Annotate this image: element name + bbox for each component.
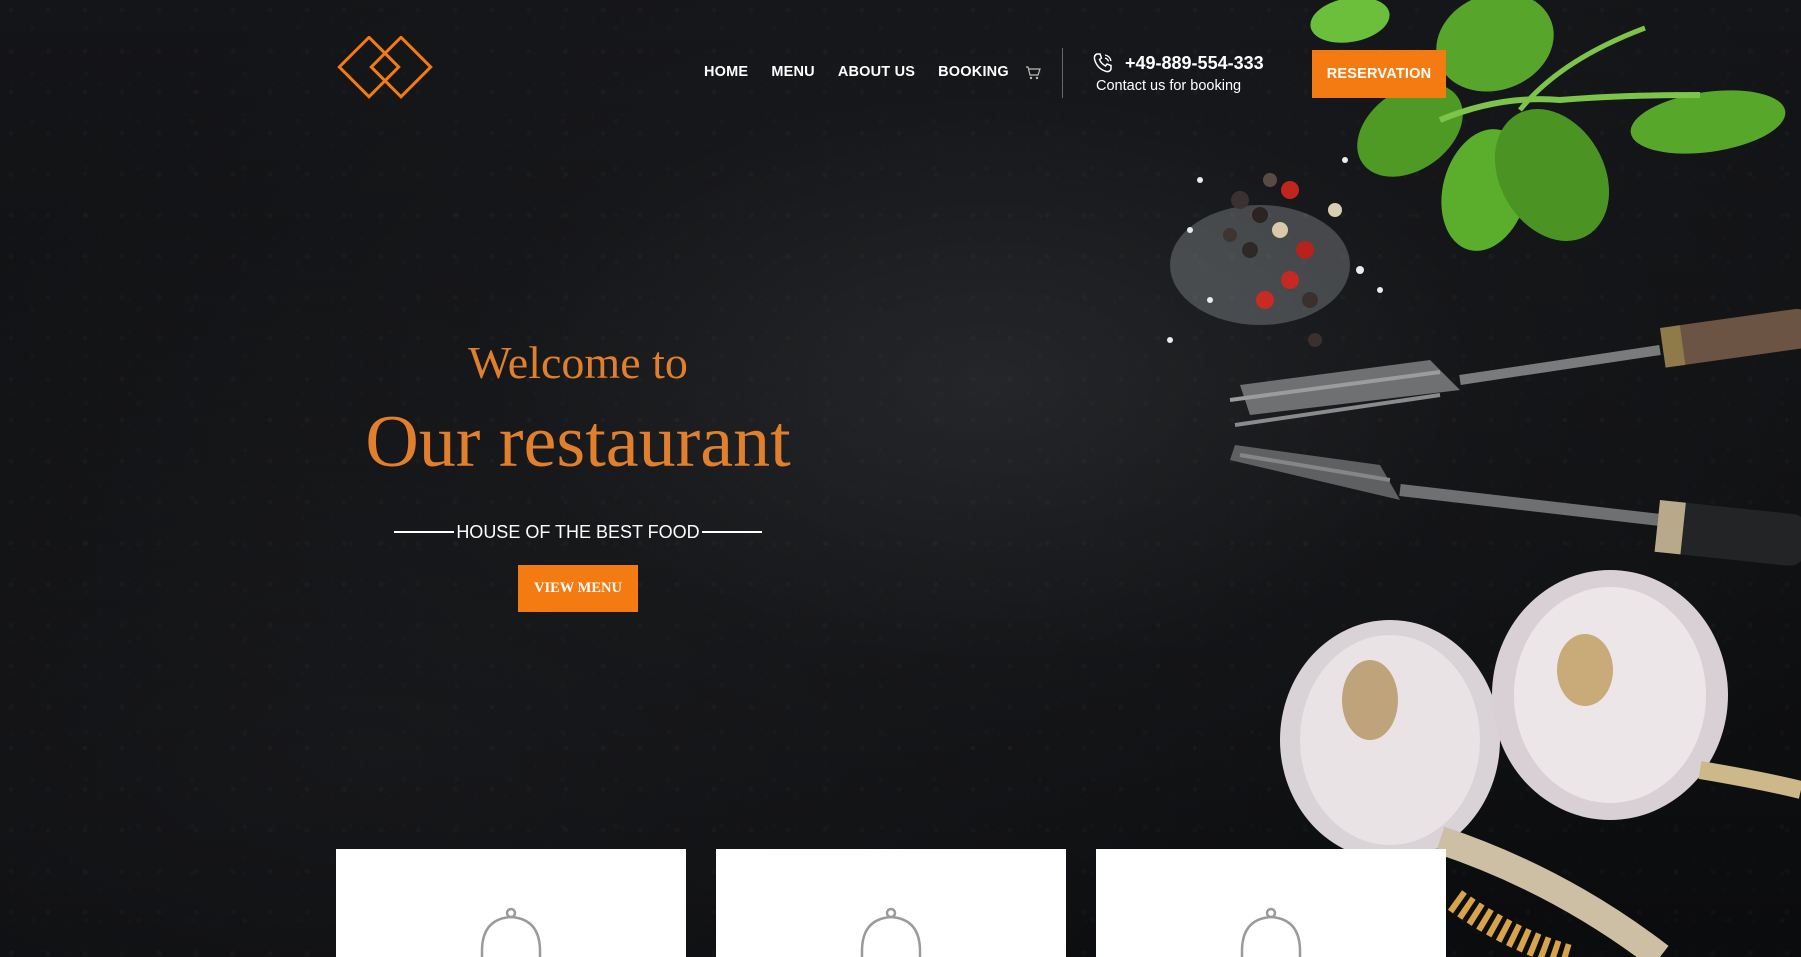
header-divider <box>1062 48 1063 98</box>
phone-caption: Contact us for booking <box>1096 78 1242 94</box>
nav-about-us[interactable]: ABOUT US <box>838 64 915 80</box>
feature-card <box>716 849 1066 957</box>
hero-title: Our restaurant <box>365 401 791 483</box>
feature-card <box>1096 849 1446 957</box>
nav-home[interactable]: HOME <box>704 64 748 80</box>
hero-tagline: HOUSE OF THE BEST FOOD <box>456 521 700 542</box>
feature-card <box>336 849 686 957</box>
tagline-left-rule <box>394 531 454 533</box>
cloche-icon <box>480 907 542 957</box>
main-nav: HOME MENU ABOUT US BOOKING <box>704 64 1032 80</box>
nav-booking[interactable]: BOOKING <box>938 64 1009 80</box>
page: HOME MENU ABOUT US BOOKING +49-889-554-3… <box>0 0 1801 957</box>
peppercorns-illustration <box>1167 157 1383 347</box>
cart-icon[interactable] <box>1025 66 1041 80</box>
logo-icon[interactable] <box>334 36 438 108</box>
tagline-row: HOUSE OF THE BEST FOOD <box>394 520 762 544</box>
cloche-icon <box>1240 907 1302 957</box>
basil-illustration <box>1310 0 1786 251</box>
cloche-icon <box>860 907 922 957</box>
hero-welcome: Welcome to <box>468 337 688 388</box>
nav-menu[interactable]: MENU <box>771 64 815 80</box>
view-menu-button[interactable]: VIEW MENU <box>518 565 638 612</box>
reservation-button[interactable]: RESERVATION <box>1312 50 1446 98</box>
tagline-right-rule <box>702 531 762 533</box>
phone-icon <box>1093 53 1112 73</box>
phone-number[interactable]: +49-889-554-333 <box>1125 53 1264 74</box>
food-illustration <box>1167 0 1801 957</box>
